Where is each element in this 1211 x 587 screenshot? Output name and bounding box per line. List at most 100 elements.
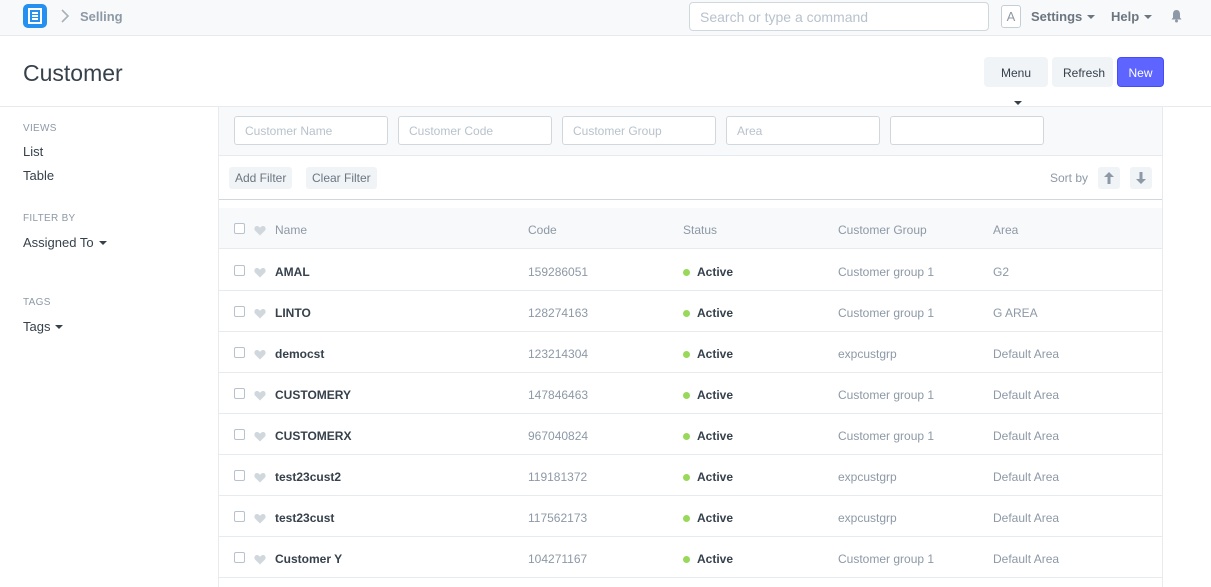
- page-title: Customer: [23, 60, 123, 86]
- caret-down-icon: [1014, 100, 1022, 105]
- row-checkbox[interactable]: [234, 265, 245, 276]
- heart-icon[interactable]: [254, 511, 266, 529]
- caret-down-icon: [1087, 14, 1096, 19]
- tags-heading: TAGS: [23, 297, 51, 308]
- tags-dropdown[interactable]: Tags: [23, 319, 64, 334]
- customer-name-link[interactable]: CUSTOMERX: [275, 429, 351, 443]
- sort-by-label[interactable]: Sort by: [1050, 171, 1088, 185]
- table-row[interactable]: CUSTOMERY 147846463 Active Customer grou…: [219, 373, 1162, 414]
- search-input[interactable]: [689, 2, 989, 31]
- customer-area: Default Area: [993, 552, 1060, 566]
- status-indicator[interactable]: Active: [683, 511, 733, 525]
- app-logo-icon[interactable]: [23, 4, 47, 28]
- customer-code: 147846463: [528, 388, 589, 402]
- customer-code-filter[interactable]: [398, 116, 552, 145]
- settings-dropdown[interactable]: Settings: [1031, 9, 1096, 24]
- heart-icon[interactable]: [254, 388, 266, 406]
- row-checkbox[interactable]: [234, 388, 245, 399]
- table-row[interactable]: test23cust 117562173 Active expcustgrp D…: [219, 496, 1162, 537]
- status-text: Active: [697, 265, 734, 279]
- status-text: Active: [697, 306, 734, 320]
- navbar: Selling A Settings Help: [0, 0, 1211, 36]
- status-text: Active: [697, 470, 734, 484]
- status-indicator[interactable]: Active: [683, 347, 733, 361]
- customer-name-link[interactable]: test23cust: [275, 511, 334, 525]
- customer-code: 117562173: [528, 511, 588, 525]
- breadcrumb-selling[interactable]: Selling: [80, 9, 123, 24]
- customer-group: Customer group 1: [838, 552, 935, 566]
- column-header-code: Code: [528, 223, 557, 237]
- status-text: Active: [697, 511, 734, 525]
- customer-name-link[interactable]: democst: [275, 347, 324, 361]
- customer-code: 104271167: [528, 552, 588, 566]
- menu-button-label: Menu: [1000, 66, 1032, 80]
- status-dot: [683, 269, 690, 276]
- status-indicator[interactable]: Active: [683, 265, 733, 279]
- heart-icon[interactable]: [254, 223, 266, 241]
- avatar[interactable]: A: [1001, 5, 1021, 28]
- customer-area: Default Area: [993, 470, 1060, 484]
- caret-down-icon: [55, 324, 64, 329]
- arrow-down-icon[interactable]: [1130, 167, 1152, 189]
- heart-icon[interactable]: [254, 552, 266, 570]
- heart-icon[interactable]: [254, 265, 266, 283]
- assigned-to-dropdown[interactable]: Assigned To: [23, 235, 107, 250]
- chevron-right-icon: [60, 9, 70, 26]
- select-all-checkbox[interactable]: [234, 223, 245, 234]
- heart-icon[interactable]: [254, 347, 266, 365]
- customer-name-filter[interactable]: [234, 116, 388, 145]
- bell-icon[interactable]: [1170, 9, 1183, 28]
- add-filter-button[interactable]: Add Filter: [229, 167, 293, 189]
- refresh-button[interactable]: Refresh: [1052, 57, 1113, 87]
- arrow-up-icon[interactable]: [1098, 167, 1120, 189]
- column-header-customer-group: Customer Group: [838, 223, 927, 237]
- column-header-name[interactable]: Name: [275, 223, 307, 237]
- status-indicator[interactable]: Active: [683, 470, 733, 484]
- heart-icon[interactable]: [254, 306, 266, 324]
- row-checkbox[interactable]: [234, 470, 245, 481]
- customer-group-filter[interactable]: [562, 116, 716, 145]
- table-row[interactable]: LINTO 128274163 Active Customer group 1 …: [219, 291, 1162, 332]
- customer-name-link[interactable]: test23cust2: [275, 470, 341, 484]
- customer-name-link[interactable]: LINTO: [275, 306, 311, 320]
- column-header-status: Status: [683, 223, 718, 237]
- table-row[interactable]: AMAL 159286051 Active Customer group 1 G…: [219, 250, 1162, 291]
- customer-group: expcustgrp: [838, 511, 897, 525]
- table-row[interactable]: CUSTOMERX 967040824 Active Customer grou…: [219, 414, 1162, 455]
- status-indicator[interactable]: Active: [683, 429, 733, 443]
- customer-group: expcustgrp: [838, 347, 897, 361]
- status-indicator[interactable]: Active: [683, 388, 733, 402]
- status-indicator[interactable]: Active: [683, 552, 733, 566]
- sidebar-item-list[interactable]: List: [23, 144, 43, 159]
- heart-icon[interactable]: [254, 429, 266, 447]
- help-dropdown[interactable]: Help: [1111, 9, 1153, 24]
- menu-button[interactable]: Menu: [984, 57, 1048, 105]
- customer-name-link[interactable]: Customer Y: [275, 552, 342, 566]
- customer-name-link[interactable]: CUSTOMERY: [275, 388, 351, 402]
- table-row[interactable]: Customer Y 104271167 Active Customer gro…: [219, 537, 1162, 578]
- clear-filter-button[interactable]: Clear Filter: [306, 167, 377, 189]
- customer-code: 123214304: [528, 347, 589, 361]
- customer-area: Default Area: [993, 388, 1060, 402]
- table-row[interactable]: test23cust2 119181372 Active expcustgrp …: [219, 455, 1162, 496]
- customer-name-link[interactable]: AMAL: [275, 265, 310, 279]
- heart-icon[interactable]: [254, 470, 266, 488]
- row-checkbox[interactable]: [234, 511, 245, 522]
- filter-by-heading: FILTER BY: [23, 213, 76, 224]
- table-row[interactable]: democst 123214304 Active expcustgrp Defa…: [219, 332, 1162, 373]
- row-checkbox[interactable]: [234, 347, 245, 358]
- help-label: Help: [1111, 9, 1140, 24]
- list-view: Add Filter Clear Filter Sort by Name Cod…: [218, 107, 1163, 587]
- area-filter[interactable]: [726, 116, 880, 145]
- row-checkbox[interactable]: [234, 552, 245, 563]
- caret-down-icon: [1144, 14, 1153, 19]
- standard-filters: [219, 107, 1162, 156]
- row-checkbox[interactable]: [234, 429, 245, 440]
- status-indicator[interactable]: Active: [683, 306, 733, 320]
- sidebar-item-table[interactable]: Table: [23, 168, 54, 183]
- customer-group: Customer group 1: [838, 429, 935, 443]
- extra-filter[interactable]: [890, 116, 1044, 145]
- assigned-to-label: Assigned To: [23, 235, 94, 250]
- new-button[interactable]: New: [1117, 57, 1164, 87]
- row-checkbox[interactable]: [234, 306, 245, 317]
